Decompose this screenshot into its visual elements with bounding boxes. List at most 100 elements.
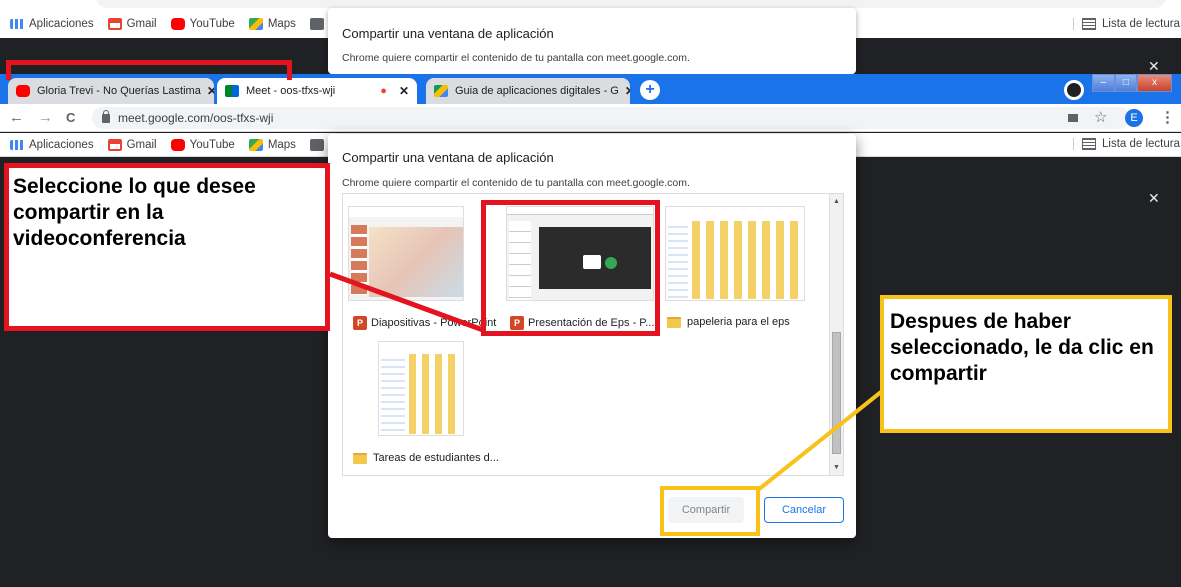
tab-title: Gloria Trevi - No Querías Lastima bbox=[37, 85, 201, 97]
bookmark-label: YouTube bbox=[189, 18, 235, 30]
url-text: meet.google.com/oos-tfxs-wji bbox=[118, 111, 274, 125]
instruction-text-left: Seleccione lo que desee compartir en la … bbox=[13, 175, 256, 250]
recording-dot-icon: ● bbox=[380, 85, 387, 97]
google-drive-icon bbox=[434, 85, 448, 97]
dialog-subtitle: Chrome quiere compartir el contenido de … bbox=[342, 177, 690, 189]
share-window-dialog: Compartir una ventana de aplicación Chro… bbox=[328, 134, 856, 538]
bookmark-maps[interactable]: Maps bbox=[248, 18, 296, 30]
window-title: papeleria para el eps bbox=[687, 316, 790, 328]
bookmark-label: Aplicaciones bbox=[29, 139, 94, 151]
window-thumbnail-papeleria[interactable] bbox=[665, 206, 805, 301]
instruction-box-left: Seleccione lo que desee compartir en la … bbox=[4, 163, 330, 331]
bookmark-icon bbox=[309, 18, 324, 30]
youtube-icon bbox=[170, 139, 185, 151]
forward-button[interactable]: → bbox=[38, 109, 53, 126]
scroll-down-icon[interactable]: ▼ bbox=[833, 464, 840, 471]
extension-icon[interactable] bbox=[1064, 80, 1084, 100]
share-button-highlight-box bbox=[660, 486, 760, 536]
bookmark-gmail[interactable]: Gmail bbox=[107, 139, 157, 151]
explorer-sidebar bbox=[668, 221, 688, 299]
profile-avatar[interactable]: E bbox=[1125, 109, 1143, 127]
tab-close-icon[interactable]: ✕ bbox=[619, 84, 630, 98]
maximize-button[interactable]: □ bbox=[1114, 74, 1138, 92]
bookmark-star-icon[interactable]: ☆ bbox=[1094, 108, 1107, 126]
apps-grid-icon bbox=[10, 19, 24, 29]
folder-icon bbox=[667, 316, 681, 328]
bookmark-youtube[interactable]: YouTube bbox=[170, 18, 235, 30]
browser-toolbar: ← → C meet.google.com/oos-tfxs-wji ☆ E ⋮ bbox=[0, 104, 1181, 132]
tab-highlight-box bbox=[6, 60, 292, 80]
bookmark-icon bbox=[309, 139, 324, 151]
bookmark-youtube[interactable]: YouTube bbox=[170, 139, 235, 151]
folder-icon bbox=[353, 452, 367, 464]
bookmark-maps[interactable]: Maps bbox=[248, 139, 296, 151]
instruction-box-right: Despues de haber seleccionado, le da cli… bbox=[880, 295, 1172, 433]
bookmark-label: Maps bbox=[267, 18, 296, 30]
powerpoint-icon: P bbox=[353, 316, 367, 330]
bookmark-label: Gmail bbox=[126, 139, 157, 151]
background-bookmarks-bar: Aplicaciones Gmail YouTube Maps N bbox=[10, 14, 351, 34]
bookmark-label: Maps bbox=[267, 139, 296, 151]
back-button[interactable]: ← bbox=[9, 109, 24, 126]
tab-guia-aplicaciones[interactable]: Guia de aplicaciones digitales - G ✕ bbox=[426, 78, 630, 104]
folder-grid bbox=[692, 221, 802, 299]
tab-meet[interactable]: Meet - oos-tfxs-wji ● ✕ bbox=[217, 78, 417, 104]
background-omnibox bbox=[96, 0, 1166, 8]
reading-list-icon bbox=[1082, 18, 1096, 30]
maps-icon bbox=[248, 18, 263, 30]
youtube-icon bbox=[170, 18, 185, 30]
reading-list-icon bbox=[1082, 138, 1096, 150]
window-title: Tareas de estudiantes d... bbox=[373, 452, 499, 464]
tab-title: Guia de aplicaciones digitales - G bbox=[455, 85, 619, 97]
apps-grid-icon bbox=[10, 140, 24, 150]
background-mic-off-icon: ✕ bbox=[1148, 58, 1160, 74]
background-dialog-subtitle: Chrome quiere compartir el contenido de … bbox=[342, 52, 690, 64]
maps-icon bbox=[248, 139, 263, 151]
background-dialog-title: Compartir una ventana de aplicación bbox=[342, 26, 554, 41]
tab-title: Meet - oos-tfxs-wji bbox=[246, 85, 336, 97]
bookmark-aplicaciones[interactable]: Aplicaciones bbox=[10, 18, 94, 30]
close-window-button[interactable]: x bbox=[1137, 74, 1173, 92]
explorer-sidebar bbox=[381, 354, 405, 434]
slide-preview bbox=[369, 227, 463, 297]
window-thumbnail-tareas[interactable] bbox=[378, 341, 464, 436]
tab-gloria-trevi[interactable]: Gloria Trevi - No Querías Lastima ✕ bbox=[8, 78, 214, 104]
meet-icon bbox=[225, 85, 239, 97]
bookmark-label: Gmail bbox=[126, 18, 157, 30]
reading-list[interactable]: Lista de lectura bbox=[1073, 138, 1180, 150]
bookmark-gmail[interactable]: Gmail bbox=[107, 18, 157, 30]
scrollbar-thumb[interactable] bbox=[832, 332, 841, 454]
background-reading-list[interactable]: Lista de lectura bbox=[1073, 18, 1180, 30]
address-bar[interactable]: meet.google.com/oos-tfxs-wji bbox=[92, 107, 1130, 129]
selection-highlight-box bbox=[481, 200, 660, 336]
gmail-icon bbox=[107, 139, 122, 151]
camera-icon[interactable] bbox=[1068, 114, 1078, 122]
lock-icon bbox=[102, 109, 110, 123]
tab-close-icon[interactable]: ✕ bbox=[393, 84, 409, 98]
window-controls: – □ x bbox=[1092, 74, 1173, 92]
cancel-button[interactable]: Cancelar bbox=[764, 497, 844, 523]
window-thumbnail-diapositivas[interactable] bbox=[348, 206, 464, 301]
new-tab-button[interactable]: + bbox=[640, 80, 660, 100]
minimize-button[interactable]: – bbox=[1092, 74, 1115, 92]
instruction-text-right: Despues de haber seleccionado, le da cli… bbox=[890, 310, 1154, 385]
reading-list-label: Lista de lectura bbox=[1102, 138, 1180, 150]
reading-list-label: Lista de lectura bbox=[1102, 18, 1180, 30]
scroll-up-icon[interactable]: ▲ bbox=[833, 198, 840, 205]
bookmark-aplicaciones[interactable]: Aplicaciones bbox=[10, 139, 94, 151]
window-title: Diapositivas - PowerPoint bbox=[371, 317, 497, 329]
menu-icon[interactable]: ⋮ bbox=[1160, 108, 1175, 126]
slide-thumbnails-strip bbox=[351, 225, 367, 295]
tab-close-icon[interactable]: ✕ bbox=[201, 84, 214, 98]
window-label-tareas[interactable]: Tareas de estudiantes d... bbox=[353, 452, 499, 464]
picker-scrollbar[interactable]: ▲ ▼ bbox=[829, 194, 843, 475]
gmail-icon bbox=[107, 18, 122, 30]
reload-button[interactable]: C bbox=[66, 110, 75, 125]
dialog-title: Compartir una ventana de aplicación bbox=[342, 150, 554, 165]
mic-off-icon[interactable]: ✕ bbox=[1148, 190, 1160, 207]
bookmark-label: YouTube bbox=[189, 139, 235, 151]
window-label-diapositivas[interactable]: P Diapositivas - PowerPoint bbox=[353, 316, 496, 330]
youtube-icon bbox=[16, 85, 30, 97]
folder-grid bbox=[409, 354, 461, 434]
window-label-papeleria[interactable]: papeleria para el eps bbox=[667, 316, 790, 328]
